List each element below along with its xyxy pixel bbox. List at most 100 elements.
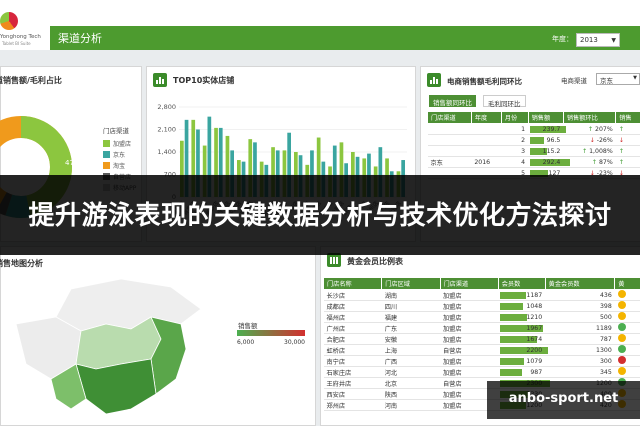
cell-members: 1187 — [498, 289, 546, 301]
year-value: 2013 — [580, 36, 598, 44]
column-header[interactable]: 黄 — [614, 277, 640, 290]
column-header[interactable]: 销售额环比 — [562, 111, 617, 124]
cell-region: 广东 — [381, 322, 440, 334]
cell-sales: 115.2 — [528, 145, 564, 157]
panel-title: TOP10实体店铺 — [173, 76, 235, 85]
status-dot-icon — [617, 301, 626, 309]
map-legend-min: 6,000 — [237, 339, 255, 346]
map-region-south[interactable] — [75, 358, 157, 415]
logo-mark — [0, 12, 18, 30]
cell-region: 河南 — [381, 399, 440, 411]
cell-channel — [427, 134, 472, 146]
cell-gold: 345 — [545, 366, 615, 378]
cell-status — [614, 289, 640, 301]
cell-store: 郑州店 — [323, 399, 382, 411]
cell-gold: 398 — [545, 300, 615, 312]
column-header[interactable]: 销售额 — [527, 111, 564, 124]
map-region-east[interactable] — [150, 316, 187, 395]
china-map — [15, 278, 202, 415]
logo-name: Yonghong Tech — [0, 34, 41, 40]
members-value: 1210 — [526, 313, 543, 321]
cell-gold: 300 — [545, 355, 615, 367]
column-header[interactable]: 销售 — [615, 111, 640, 124]
legend-item[interactable]: 京东 — [103, 149, 136, 160]
map-legend-max: 30,000 — [284, 339, 305, 346]
column-header[interactable]: 门店渠道 — [427, 111, 472, 124]
legend-swatch — [103, 162, 110, 169]
column-header[interactable]: 门店渠道 — [439, 277, 499, 290]
column-header[interactable]: 年度 — [470, 111, 502, 124]
cell-store: 王府井店 — [323, 377, 382, 389]
cell-region: 上海 — [381, 344, 440, 356]
cell-status — [614, 322, 640, 334]
table-row[interactable]: 虹桥店 上海 自营店 2200 1300 — [323, 344, 640, 356]
bar-chart-icon — [153, 73, 167, 87]
cell-members: 1079 — [498, 355, 546, 367]
cell-trend: ↓ — [615, 134, 640, 146]
table-row[interactable]: 3 115.2 ↑ 1,008% ↑ — [427, 145, 640, 157]
cell-channel: 自营店 — [440, 344, 499, 356]
cell-region: 四川 — [381, 300, 440, 312]
table-row[interactable]: 广州店 广东 加盟店 1967 1189 — [323, 322, 640, 334]
cell-store: 西安店 — [323, 388, 382, 400]
table-row[interactable]: 2 96.5 ↓ -26% ↓ — [427, 134, 640, 146]
panel-title: 电商销售额毛利同环比 — [447, 77, 522, 86]
cell-month: 3 — [501, 145, 529, 157]
members-bar — [500, 358, 524, 365]
cell-mom: ↑ 207% — [563, 123, 616, 135]
logo: Yonghong Tech Tablet BI Suite — [0, 12, 50, 46]
tab-profit-mom[interactable]: 毛利同环比 — [483, 95, 526, 108]
arrow-up-icon: ↑ — [618, 158, 624, 166]
cell-year: 2016 — [471, 156, 502, 168]
table-row[interactable]: 京东 2016 4 292.4 ↑ 87% ↑ — [427, 156, 640, 168]
chevron-down-icon: ▼ — [611, 37, 616, 44]
status-dot-icon — [617, 345, 626, 353]
logo-subtitle: Tablet BI Suite — [2, 41, 31, 46]
region-select[interactable]: 京东 ▼ — [596, 73, 640, 85]
table-row[interactable]: 长沙店 湖南 加盟店 1187 436 — [323, 289, 640, 301]
column-header[interactable]: 黄金会员数 — [544, 277, 616, 290]
cell-members: 1210 — [498, 311, 546, 323]
cell-year — [471, 145, 502, 157]
legend-title: 门店渠道 — [103, 127, 129, 135]
watermark-text: anbo-sport.net — [508, 391, 619, 406]
legend-item[interactable]: 淘宝 — [103, 160, 136, 171]
status-dot-icon — [617, 323, 626, 331]
column-header[interactable]: 月份 — [500, 111, 529, 124]
table-row[interactable]: 南宁店 广西 加盟店 1079 300 — [323, 355, 640, 367]
cell-gold: 1300 — [545, 344, 615, 356]
cell-region: 安徽 — [381, 333, 440, 345]
sales-value: 239.7 — [542, 125, 561, 133]
table-row[interactable]: 成都店 四川 加盟店 1048 398 — [323, 300, 640, 312]
cell-gold: 1189 — [545, 322, 615, 334]
cell-channel: 加盟店 — [440, 300, 499, 312]
sales-value: 96.5 — [546, 136, 561, 144]
cell-members: 987 — [498, 366, 546, 378]
cell-region: 广西 — [381, 355, 440, 367]
legend-label: 加盟店 — [113, 141, 132, 148]
cell-region: 陕西 — [381, 388, 440, 400]
year-select[interactable]: 2013 ▼ — [576, 33, 620, 47]
table-row[interactable]: 合肥店 安徽 加盟店 1674 787 — [323, 333, 640, 345]
table-row[interactable]: 石家庄店 河北 加盟店 987 345 — [323, 366, 640, 378]
legend-item[interactable]: 加盟店 — [103, 138, 136, 149]
cell-members: 1967 — [498, 322, 546, 334]
y-tick-label: 1,400 — [157, 148, 176, 156]
panel-title: 门店销售地图分析 — [0, 259, 43, 268]
map-legend-title: 销售额 — [238, 322, 258, 330]
cell-gold: 500 — [545, 311, 615, 323]
cell-store: 合肥店 — [323, 333, 382, 345]
page-title: 渠道分析 — [58, 32, 102, 45]
table-row[interactable]: 1 239.7 ↑ 207% ↑ — [427, 123, 640, 135]
column-header[interactable]: 门店区域 — [381, 277, 441, 290]
sales-bar — [530, 137, 545, 144]
tab-sales-mom[interactable]: 销售额同环比 — [429, 95, 476, 107]
cell-month: 1 — [501, 123, 529, 135]
cell-trend: ↑ — [615, 156, 640, 168]
column-header[interactable]: 门店名称 — [322, 277, 383, 290]
cell-mom: ↑ 1,008% — [563, 145, 616, 157]
cell-members: 1048 — [498, 300, 546, 312]
banner-text: 提升游泳表现的关键数据分析与技术优化方法探讨 — [28, 201, 612, 231]
table-row[interactable]: 福州店 福建 加盟店 1210 500 — [323, 311, 640, 323]
column-header[interactable]: 会员数 — [497, 277, 546, 290]
